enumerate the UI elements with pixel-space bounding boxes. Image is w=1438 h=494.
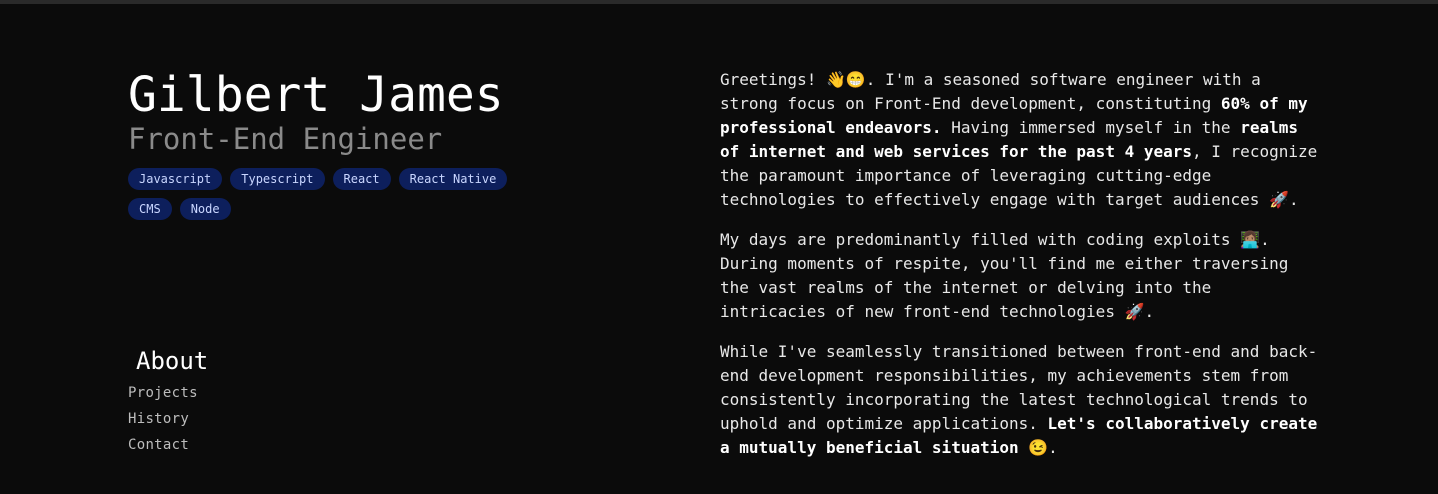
section-nav: About Projects History Contact [128,346,208,458]
window-top-bar [0,0,1438,4]
skill-tag: Node [179,198,231,220]
skill-tag: React Native [398,168,508,190]
about-text: 😉. [1018,438,1058,457]
nav-item-contact[interactable]: Contact [128,432,208,458]
about-section: Greetings! 👋😁. I'm a seasoned software e… [720,68,1320,476]
profile-name: Gilbert James [128,67,504,123]
skill-tag: Javascript [128,168,223,190]
profile-header: Gilbert James Front-End Engineer Javascr… [128,70,568,220]
skill-tag: React [332,168,391,190]
nav-item-projects[interactable]: Projects [128,380,208,406]
skill-tags: Javascript Typescript React React Native… [128,168,528,220]
about-text: Having immersed myself in the [941,118,1241,137]
nav-item-about[interactable]: About [136,346,208,376]
about-paragraph-1: Greetings! 👋😁. I'm a seasoned software e… [720,68,1320,212]
about-paragraph-3: While I've seamlessly transitioned betwe… [720,340,1320,460]
about-paragraph-2: My days are predominantly filled with co… [720,230,1289,321]
skill-tag: CMS [128,198,172,220]
about-text: Greetings! 👋😁. I'm a seasoned software e… [720,70,1261,113]
skill-tag: Typescript [230,168,325,190]
profile-role: Front-End Engineer [128,122,443,156]
nav-item-history[interactable]: History [128,406,208,432]
